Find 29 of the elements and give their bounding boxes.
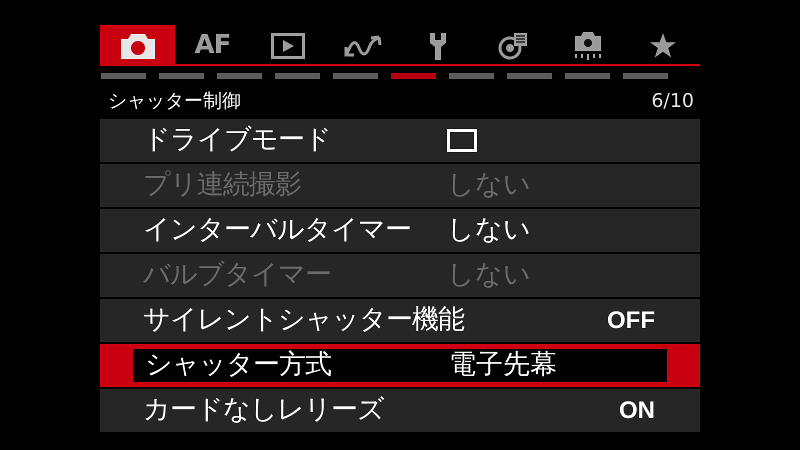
setting-value: ON xyxy=(619,396,655,426)
menu-row[interactable]: インターバルタイマー しない xyxy=(100,209,700,252)
play-icon xyxy=(270,32,304,58)
camera-icon xyxy=(572,30,602,60)
menu-tab[interactable]: AF xyxy=(175,25,250,66)
menu-row[interactable]: ドライブモード xyxy=(100,119,700,162)
wave-icon xyxy=(342,34,382,58)
chart-icon xyxy=(498,32,528,60)
setting-label: カードなしレリーズ xyxy=(143,393,386,428)
setting-label: バルブタイマー xyxy=(143,258,332,292)
camera-icon xyxy=(118,32,156,60)
menu-row[interactable]: サイレントシャッター機能 OFF xyxy=(100,299,700,342)
menu-row[interactable]: カードなしレリーズ ON xyxy=(100,389,700,432)
setting-label: インターバルタイマー xyxy=(143,213,412,248)
menu-tab[interactable] xyxy=(100,25,175,66)
setting-label: シャッター方式 xyxy=(145,348,332,382)
section-title: シャッター制御 xyxy=(108,88,241,114)
setting-label: プリ連続撮影 xyxy=(143,168,302,202)
setting-value: しない xyxy=(447,168,531,202)
setting-value: しない xyxy=(447,213,531,248)
setting-value: OFF xyxy=(607,306,655,336)
page-counter: 6/10 xyxy=(651,88,694,114)
setting-label: サイレントシャッター機能 xyxy=(143,303,464,338)
single-shot-icon xyxy=(447,129,477,152)
star-icon xyxy=(648,32,676,59)
setting-label: ドライブモード xyxy=(143,123,332,158)
setting-value: 電子先幕 xyxy=(449,348,557,382)
menu-row[interactable]: シャッター方式 電子先幕 xyxy=(100,344,700,387)
setting-value: しない xyxy=(447,258,531,292)
